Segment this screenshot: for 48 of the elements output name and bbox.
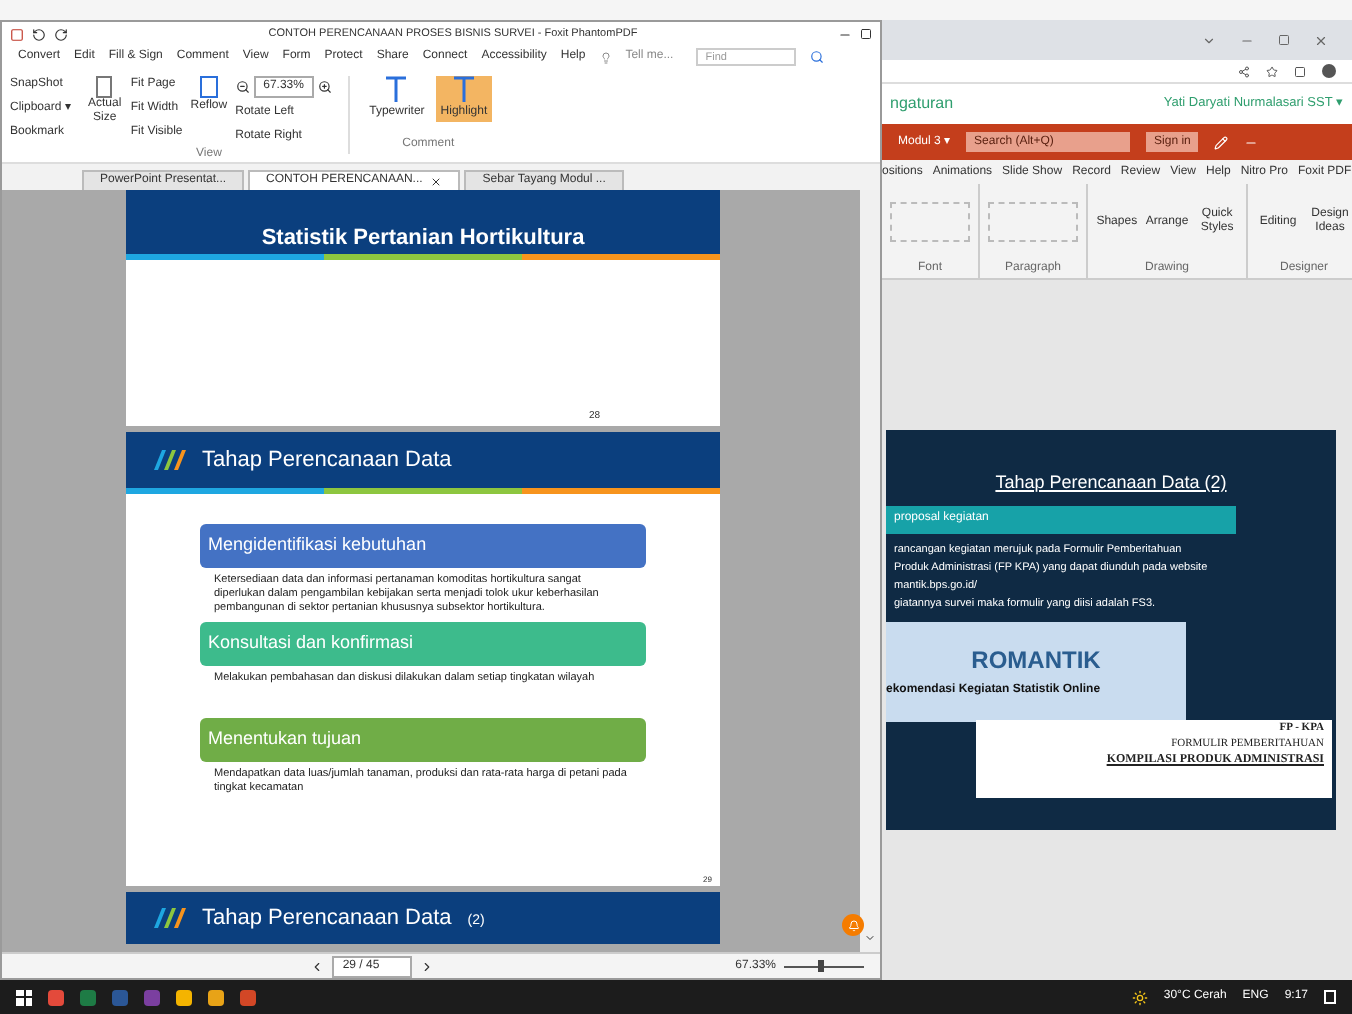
close-icon[interactable]	[430, 175, 443, 187]
maximize-icon[interactable]	[860, 28, 872, 40]
font-controls-drawing	[890, 202, 970, 242]
paragraph-controls-drawing	[988, 202, 1078, 242]
slide-title: Tahap Perencanaan Data	[202, 445, 452, 476]
previous-page-icon[interactable]	[310, 959, 325, 973]
scroll-down-icon[interactable]	[864, 932, 876, 944]
step-heading: Mengidentifikasi kebutuhan	[200, 524, 646, 568]
lightbulb-icon	[599, 51, 612, 63]
slider-thumb[interactable]	[817, 960, 824, 972]
bookmark-star-icon[interactable]	[1266, 65, 1278, 77]
slide-title: Tahap Perencanaan Data (2)	[993, 470, 1229, 496]
slide-title: Statistik Pertanian Hortikultura	[261, 223, 585, 253]
text-tool-icon	[384, 76, 409, 104]
page-heading: ngaturan	[890, 92, 954, 116]
windows-logo-icon[interactable]	[16, 989, 32, 1005]
tab-search-icon[interactable]	[1202, 33, 1216, 47]
text-tool-icon	[451, 76, 476, 104]
app-tile-icon[interactable]	[240, 989, 256, 1005]
logo-icon	[150, 446, 186, 474]
logo-icon	[150, 904, 186, 932]
slide-title: Tahap Perencanaan Data	[202, 903, 452, 934]
weather-sun-icon[interactable]	[1131, 989, 1148, 1005]
zoom-in-icon[interactable]	[317, 80, 332, 94]
app-tile-icon[interactable]	[208, 989, 224, 1005]
step-heading: Menentukan tujuan	[200, 718, 646, 762]
reflow-icon	[199, 76, 218, 98]
app-tile-icon[interactable]	[144, 989, 160, 1005]
app-tile-icon[interactable]	[176, 989, 192, 1005]
app-tile-icon[interactable]	[80, 989, 96, 1005]
notification-badge-icon[interactable]	[842, 914, 864, 936]
next-page-icon[interactable]	[420, 959, 435, 973]
share-icon[interactable]	[1238, 65, 1250, 77]
sidebar-icon[interactable]	[1294, 65, 1306, 77]
zoom-out-icon[interactable]	[235, 80, 250, 94]
search-icon[interactable]	[809, 50, 824, 64]
page-icon	[96, 76, 113, 98]
romantik-logo: ROMANTIK	[971, 644, 1101, 678]
undo-icon[interactable]	[32, 27, 46, 41]
restore-icon[interactable]	[1278, 34, 1290, 46]
app-tile-icon[interactable]	[112, 989, 128, 1005]
redo-icon[interactable]	[54, 27, 68, 41]
zoom-slider[interactable]	[784, 960, 865, 972]
profile-avatar[interactable]	[1322, 64, 1336, 78]
notification-icon[interactable]	[1324, 990, 1336, 1004]
pen-icon[interactable]	[1214, 135, 1229, 149]
step-heading: Konsultasi dan konfirmasi	[200, 622, 646, 666]
app-tile-icon[interactable]	[48, 989, 64, 1005]
